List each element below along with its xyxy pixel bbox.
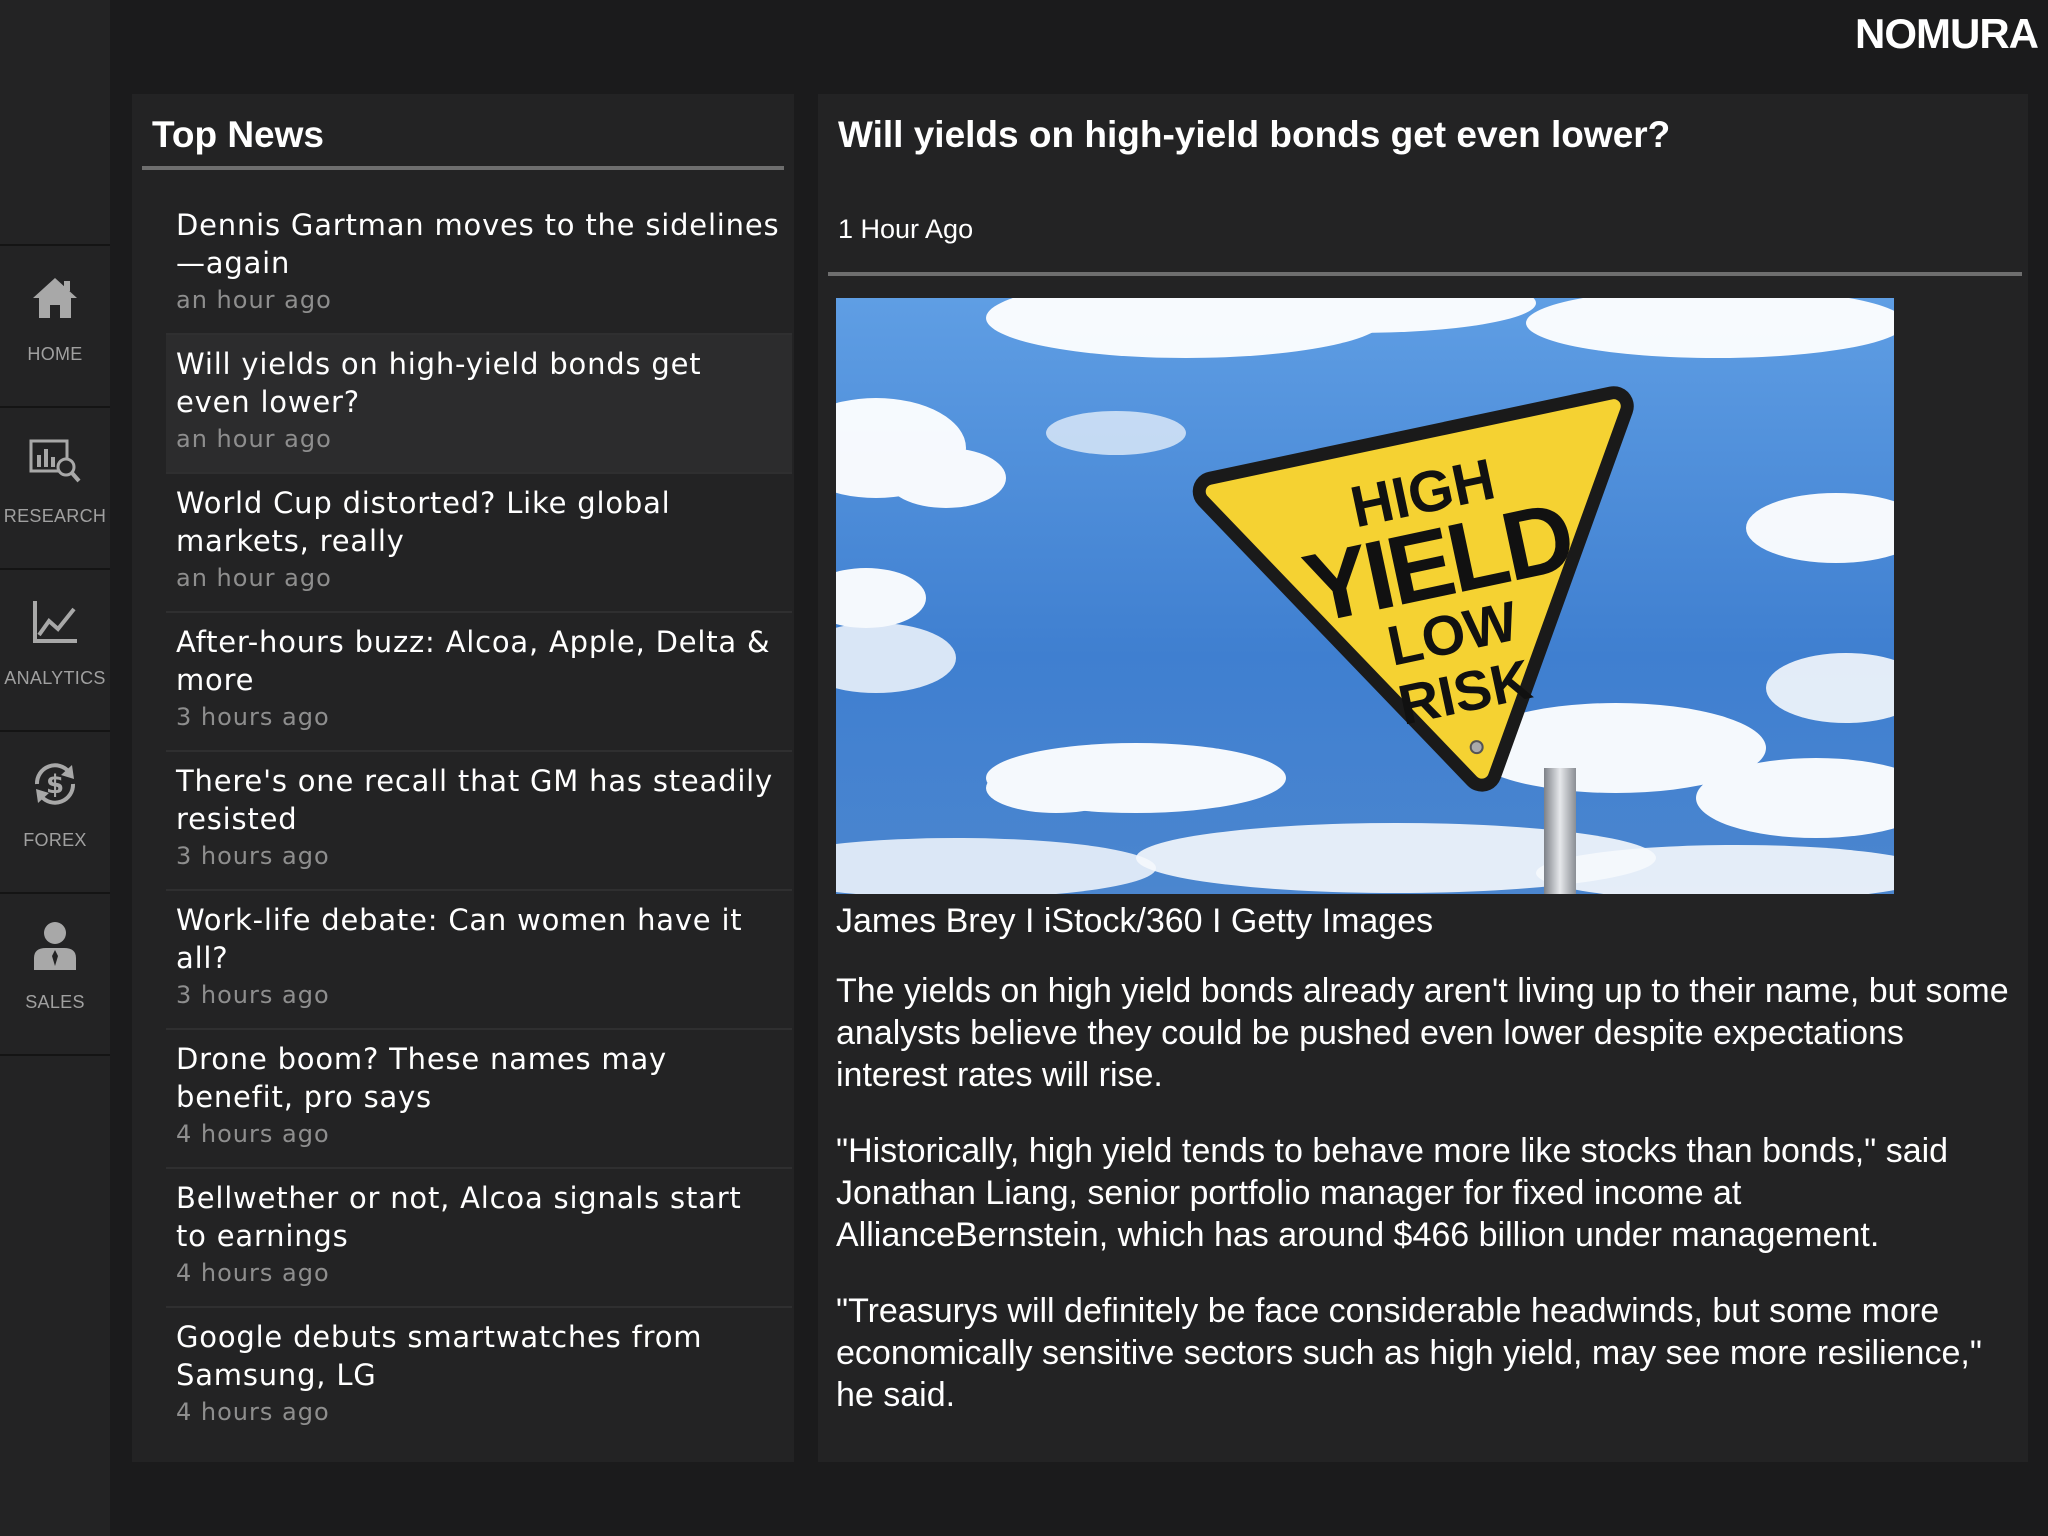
divider <box>142 166 784 170</box>
news-timestamp: 3 hours ago <box>176 703 330 731</box>
sidebar-item-label: HOME <box>27 344 83 364</box>
news-headline: World Cup distorted? Like global markets… <box>176 486 671 558</box>
news-timestamp: 4 hours ago <box>176 1259 330 1287</box>
news-headline: There's one recall that GM has steadily … <box>176 764 773 836</box>
news-list: Dennis Gartman moves to the sidelines—ag… <box>166 196 792 1447</box>
brand-logo: NOMURA <box>1855 10 2039 57</box>
news-item-selected[interactable]: Will yields on high-yield bonds get even… <box>166 335 792 474</box>
sidebar-item-label: RESEARCH <box>3 506 107 526</box>
news-timestamp: an hour ago <box>176 564 332 592</box>
home-icon <box>27 270 83 326</box>
news-timestamp: 4 hours ago <box>176 1398 330 1426</box>
sidebar-item-home[interactable]: HOME <box>0 246 110 408</box>
sidebar-nav: HOME RESEARCH ANALYTICS $ FOREX SALES <box>0 244 110 1056</box>
news-item[interactable]: Google debuts smartwatches from Samsung,… <box>166 1308 792 1447</box>
article-paragraph: "Treasurys will definitely be face consi… <box>836 1292 1982 1414</box>
analytics-icon <box>27 594 83 650</box>
news-timestamp: 3 hours ago <box>176 981 330 1009</box>
news-item[interactable]: Drone boom? These names may benefit, pro… <box>166 1030 792 1169</box>
news-headline: After-hours buzz: Alcoa, Apple, Delta & … <box>176 625 771 697</box>
news-timestamp: an hour ago <box>176 286 332 314</box>
forex-icon: $ <box>27 756 83 812</box>
article-body: The yields on high yield bonds already a… <box>836 970 2016 1450</box>
sidebar-item-forex[interactable]: $ FOREX <box>0 732 110 894</box>
article-timestamp: 1 Hour Ago <box>838 214 974 244</box>
news-item[interactable]: Bellwether or not, Alcoa signals start t… <box>166 1169 792 1308</box>
article-title: Will yields on high-yield bonds get even… <box>838 114 1671 155</box>
news-headline: Dennis Gartman moves to the sidelines—ag… <box>176 208 780 280</box>
sidebar-item-research[interactable]: RESEARCH <box>0 408 110 570</box>
news-item[interactable]: Work-life debate: Can women have it all?… <box>166 891 792 1030</box>
image-caption: James Brey I iStock/360 I Getty Images <box>836 902 1434 940</box>
svg-text:$: $ <box>46 770 64 800</box>
news-headline: Work-life debate: Can women have it all? <box>176 903 743 975</box>
sidebar-item-sales[interactable]: SALES <box>0 894 110 1056</box>
divider <box>828 272 2022 276</box>
sidebar-item-analytics[interactable]: ANALYTICS <box>0 570 110 732</box>
news-item[interactable]: After-hours buzz: Alcoa, Apple, Delta & … <box>166 613 792 752</box>
top-news-title: Top News <box>152 114 324 155</box>
news-headline: Drone boom? These names may benefit, pro… <box>176 1042 668 1114</box>
sales-icon <box>27 918 83 974</box>
news-timestamp: an hour ago <box>176 425 332 453</box>
top-news-panel: Top News Dennis Gartman moves to the sid… <box>132 94 794 1462</box>
sidebar-item-label: ANALYTICS <box>4 668 106 688</box>
sidebar-item-label: FOREX <box>23 830 87 850</box>
news-timestamp: 3 hours ago <box>176 842 330 870</box>
article-paragraph: The yields on high yield bonds already a… <box>836 972 2009 1094</box>
news-item[interactable]: There's one recall that GM has steadily … <box>166 752 792 891</box>
news-headline: Google debuts smartwatches from Samsung,… <box>176 1320 703 1392</box>
news-item[interactable]: Dennis Gartman moves to the sidelines—ag… <box>166 196 792 335</box>
news-timestamp: 4 hours ago <box>176 1120 330 1148</box>
sidebar-item-label: SALES <box>25 992 85 1012</box>
article-paragraph: "Historically, high yield tends to behav… <box>836 1132 1949 1254</box>
article-image: HIGH YIELD LOW RISK <box>836 298 1894 894</box>
article-panel: Will yields on high-yield bonds get even… <box>818 94 2028 1462</box>
news-item[interactable]: World Cup distorted? Like global markets… <box>166 474 792 613</box>
research-icon <box>27 432 83 488</box>
news-headline: Will yields on high-yield bonds get even… <box>176 347 702 419</box>
news-headline: Bellwether or not, Alcoa signals start t… <box>176 1181 742 1253</box>
sidebar: HOME RESEARCH ANALYTICS $ FOREX SALES <box>0 0 110 1536</box>
